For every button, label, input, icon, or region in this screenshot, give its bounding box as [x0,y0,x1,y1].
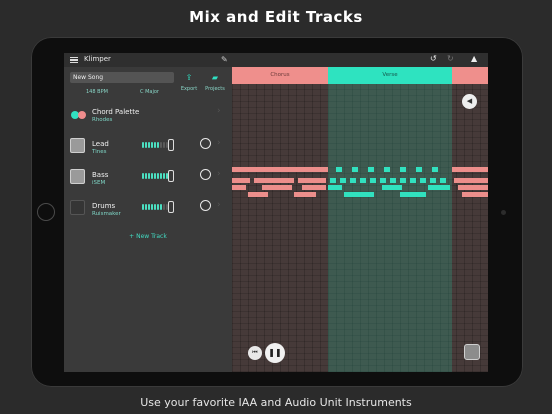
export-label: Export [180,86,198,92]
volume-fader[interactable] [168,201,174,213]
note-bar[interactable] [294,192,316,197]
note-bar[interactable] [248,192,268,197]
note-bar[interactable] [400,192,426,197]
track-instrument: iSEM [92,180,106,186]
note-bar[interactable] [352,167,358,172]
rewind-icon[interactable]: ⏮ [248,346,262,360]
home-button [37,203,55,221]
note-bar[interactable] [380,178,386,183]
app-screen: 148 BPM C Major ⇪ Export ▰ Projects Chor… [64,53,488,372]
level-meter [142,173,171,181]
note-bar[interactable] [232,178,250,183]
note-bar[interactable] [368,167,374,172]
note-bar[interactable] [452,167,488,172]
chevron-right-icon[interactable]: › [217,200,221,210]
new-track-button[interactable]: + New Track [64,233,232,240]
note-bar[interactable] [330,178,336,183]
note-bar[interactable] [458,185,488,190]
note-bar[interactable] [384,167,390,172]
arrangement-view[interactable]: Chorus Verse ◀ ⏮ ❚❚ [232,67,488,372]
note-bar[interactable] [430,178,436,183]
key-label[interactable]: C Major [140,89,159,95]
top-bar: Klimper ✎ ↺ ↻ ▲ [64,53,488,67]
note-bar[interactable] [454,178,488,183]
note-bar[interactable] [462,192,488,197]
section-chorus-2[interactable] [452,67,488,84]
level-meter [142,204,171,212]
note-bar[interactable] [428,185,450,190]
note-bar[interactable] [328,185,342,190]
chevron-right-icon[interactable]: › [217,138,221,148]
camera-dot [501,210,506,215]
note-bar[interactable] [400,178,406,183]
instrument-thumbnail[interactable] [70,200,85,215]
pan-knob[interactable] [200,200,211,211]
note-bar[interactable] [232,167,328,172]
note-bar[interactable] [344,192,374,197]
note-bar[interactable] [350,178,356,183]
chevron-right-icon[interactable]: › [217,106,221,116]
projects-button[interactable]: ▰ Projects [202,73,228,92]
speaker-icon[interactable]: ◀ [462,94,477,109]
folder-icon: ▰ [211,73,219,82]
note-bar[interactable] [390,178,396,183]
track-name: Chord Palette [92,108,140,116]
export-button[interactable]: ⇪ Export [176,73,202,92]
note-bar[interactable] [262,185,292,190]
redo-icon[interactable]: ↻ [447,54,454,63]
instrument-thumbnail[interactable] [70,138,85,153]
tempo-label[interactable]: 148 BPM [86,89,108,95]
track-name: Lead [92,140,109,148]
note-bar[interactable] [416,167,422,172]
note-bar[interactable] [302,185,326,190]
hamburger-icon[interactable] [70,57,78,64]
caption: Use your favorite IAA and Audio Unit Ins… [140,396,412,409]
app-title: Klimper [84,55,111,63]
track-bass[interactable]: Bass iSEM › [64,166,232,194]
volume-fader[interactable] [168,170,174,182]
projects-label: Projects [205,86,225,92]
track-instrument: Tines [92,149,107,155]
chevron-right-icon[interactable]: › [217,169,221,179]
note-bar[interactable] [336,167,342,172]
upload-icon: ⇪ [185,73,193,82]
note-bar[interactable] [382,185,402,190]
headline: Mix and Edit Tracks [189,8,363,26]
undo-icon[interactable]: ↺ [430,54,437,63]
section-chorus[interactable]: Chorus [232,67,328,84]
note-bar[interactable] [254,178,294,183]
note-bar[interactable] [420,178,426,183]
track-chord-palette[interactable]: Chord Palette Rhodes › [64,103,232,131]
track-lead[interactable]: Lead Tines › [64,135,232,163]
song-name-input[interactable] [70,72,174,83]
edit-icon[interactable]: ✎ [221,55,228,64]
pan-knob[interactable] [200,138,211,149]
section-verse[interactable]: Verse [328,67,452,84]
instrument-thumbnail[interactable] [70,169,85,184]
instrument-thumbnail[interactable] [464,344,480,360]
note-bar[interactable] [360,178,366,183]
note-bar[interactable] [432,167,438,172]
note-bar[interactable] [440,178,446,183]
track-drums[interactable]: Drums Ruismaker › [64,197,232,225]
verse-region [328,84,452,372]
level-meter [142,142,171,150]
note-bar[interactable] [410,178,416,183]
track-name: Drums [92,202,116,210]
note-bar[interactable] [298,178,326,183]
chord-dot-pink [78,111,86,119]
note-bar[interactable] [370,178,376,183]
track-instrument: Ruismaker [92,211,121,217]
note-bar[interactable] [340,178,346,183]
volume-fader[interactable] [168,139,174,151]
note-bar[interactable] [232,185,246,190]
pan-knob[interactable] [200,169,211,180]
pause-icon[interactable]: ❚❚ [265,343,285,363]
note-bar[interactable] [400,167,406,172]
sidebar: 148 BPM C Major ⇪ Export ▰ Projects Chor… [64,53,232,372]
track-name: Bass [92,171,109,179]
graduation-cap-icon[interactable]: ▲ [471,54,477,63]
track-instrument: Rhodes [92,117,113,123]
